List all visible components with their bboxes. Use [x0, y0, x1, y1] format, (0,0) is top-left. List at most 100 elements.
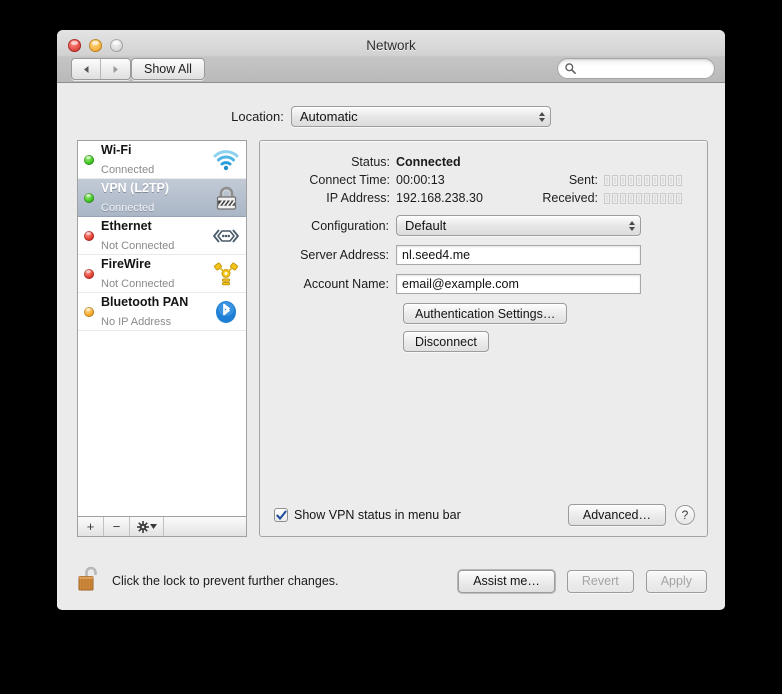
received-activity-meter [604, 192, 682, 204]
unlocked-padlock-icon[interactable] [77, 565, 103, 598]
service-row-ethernet[interactable]: Ethernet Not Connected [78, 217, 246, 255]
remove-service-button[interactable]: − [104, 517, 130, 536]
sent-block [644, 174, 650, 186]
service-row-wifi[interactable]: Wi-Fi Connected [78, 141, 246, 179]
disconnect-row: Disconnect [260, 331, 707, 352]
configuration-popup-button[interactable]: Default [396, 215, 641, 236]
ethernet-icon [212, 222, 240, 250]
location-label: Location: [231, 109, 284, 124]
toolbar-filler [164, 517, 246, 536]
lock-message: Click the lock to prevent further change… [112, 574, 339, 588]
firewire-icon [212, 260, 240, 288]
panel-footer-buttons: Advanced… ? [567, 504, 695, 526]
forward-button[interactable] [101, 59, 130, 79]
status-dot-green [84, 154, 94, 165]
status-value: Connected [396, 155, 461, 169]
sent-block [628, 174, 634, 186]
advanced-label: Advanced… [582, 508, 651, 522]
show-all-label: Show All [144, 62, 192, 76]
search-icon [565, 63, 576, 74]
content-area: Wi-Fi Connected VPN (L2TP) Connected Eth… [57, 127, 725, 537]
back-button[interactable] [72, 59, 101, 79]
service-row-bluetooth-pan[interactable]: Bluetooth PAN No IP Address [78, 293, 246, 331]
chevron-down-icon [149, 524, 157, 529]
back-arrow-icon [83, 65, 88, 73]
vpn-lock-icon [212, 184, 240, 212]
service-row-firewire[interactable]: FireWire Not Connected [78, 255, 246, 293]
search-field[interactable] [557, 58, 715, 79]
status-row: Status: Connected [260, 155, 707, 169]
advanced-button[interactable]: Advanced… [567, 504, 666, 526]
disconnect-label: Disconnect [415, 334, 477, 349]
configuration-row: Configuration: Default [260, 215, 707, 236]
account-name-input[interactable] [396, 274, 641, 294]
search-input[interactable] [577, 60, 714, 77]
sent-activity-meter [604, 174, 682, 186]
status-dot-red [84, 268, 94, 279]
gear-icon [136, 520, 149, 533]
apply-label: Apply [660, 574, 692, 588]
account-name-label: Account Name: [303, 277, 389, 291]
sent-block [652, 174, 658, 186]
service-list[interactable]: Wi-Fi Connected VPN (L2TP) Connected Eth… [77, 140, 247, 516]
received-block [660, 192, 666, 204]
show-all-button[interactable]: Show All [131, 58, 205, 80]
received-block [636, 192, 642, 204]
revert-button[interactable]: Revert [566, 569, 634, 593]
window-title: Network [366, 38, 416, 53]
window-titlebar: Network Show All [57, 30, 725, 83]
checkmark-icon [275, 510, 287, 520]
server-address-row: Server Address: [260, 245, 707, 265]
assist-me-button[interactable]: Assist me… [458, 569, 555, 593]
sent-block [612, 174, 618, 186]
ip-address-row: IP Address: 192.168.238.30 Received: [260, 191, 707, 205]
help-label: ? [681, 508, 689, 522]
received-block [604, 192, 610, 204]
disconnect-button[interactable]: Disconnect [403, 331, 489, 352]
connect-time-row: Connect Time: 00:00:13 Sent: [260, 173, 707, 187]
connect-time-label: Connect Time: [309, 173, 390, 187]
location-popup-button[interactable]: Automatic [290, 106, 551, 127]
service-status: Connected [101, 201, 155, 214]
authentication-settings-button[interactable]: Authentication Settings… [403, 303, 568, 324]
account-name-row: Account Name: [260, 274, 707, 294]
help-button[interactable]: ? [675, 505, 695, 525]
navigation-button-group [71, 58, 131, 80]
service-list-toolbar: + − [77, 516, 247, 537]
service-status: Not Connected [101, 239, 175, 252]
sent-block [620, 174, 626, 186]
received-label: Received: [542, 191, 598, 205]
location-row: Location: Automatic [57, 83, 725, 127]
configuration-value: Default [405, 218, 447, 233]
add-service-button[interactable]: + [78, 517, 104, 536]
server-address-input[interactable] [396, 245, 641, 265]
popup-arrows-icon [538, 111, 545, 122]
show-vpn-status-checkbox-row[interactable]: Show VPN status in menu bar [274, 508, 461, 522]
window-body: Location: Automatic Wi-Fi Connected VPN … [57, 83, 725, 609]
service-row-vpn[interactable]: VPN (L2TP) Connected [78, 179, 246, 217]
status-dot-red [84, 230, 94, 241]
received-block [668, 192, 674, 204]
show-vpn-status-checkbox[interactable] [274, 508, 288, 522]
service-name: FireWire [101, 257, 151, 272]
service-name: Wi-Fi [101, 143, 132, 158]
authentication-settings-label: Authentication Settings… [415, 306, 556, 321]
panel-footer: Show VPN status in menu bar Advanced… ? [260, 504, 707, 526]
received-block [612, 192, 618, 204]
service-actions-button[interactable] [130, 517, 164, 536]
ip-address-label: IP Address: [326, 191, 390, 205]
received-block [620, 192, 626, 204]
apply-button[interactable]: Apply [645, 569, 707, 593]
service-status: Not Connected [101, 277, 175, 290]
remove-service-label: − [112, 519, 121, 534]
status-dot-amber [84, 306, 94, 317]
received-block [628, 192, 634, 204]
revert-label: Revert [581, 574, 619, 588]
sent-block [636, 174, 642, 186]
lock-row[interactable]: Click the lock to prevent further change… [77, 565, 339, 598]
location-value: Automatic [299, 109, 358, 124]
connect-time-value: 00:00:13 [396, 173, 445, 187]
service-name: Bluetooth PAN [101, 295, 189, 310]
screenshot-root: Network Show All Location: Automatic Wi-… [0, 0, 782, 694]
received-block [644, 192, 650, 204]
